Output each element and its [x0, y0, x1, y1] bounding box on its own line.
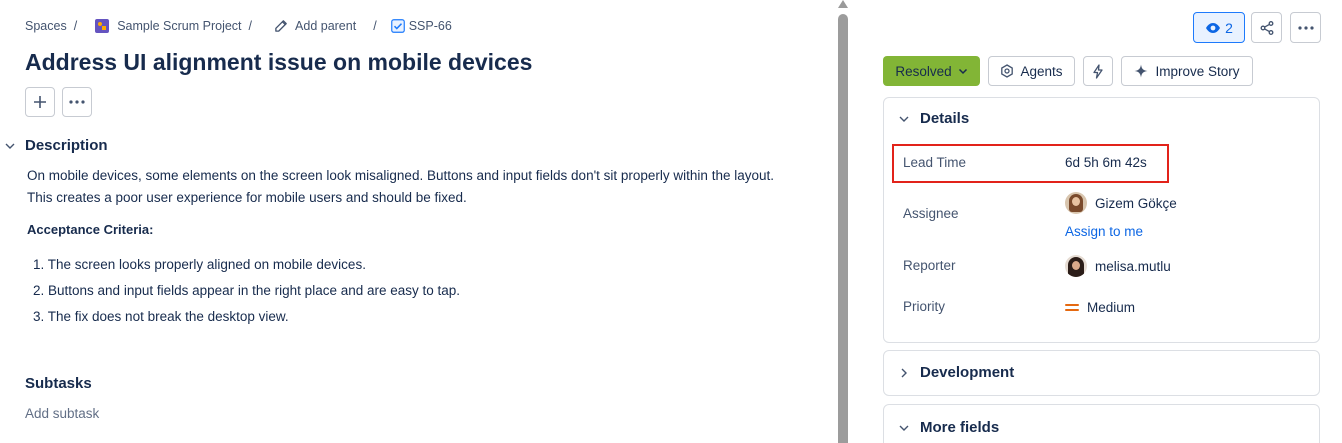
- list-item: 1. The screen looks properly aligned on …: [33, 257, 366, 272]
- chevron-down-icon: [958, 68, 967, 75]
- lead-time-label: Lead Time: [903, 155, 967, 170]
- details-heading: Details: [920, 110, 970, 127]
- description-body[interactable]: On mobile devices, some elements on the …: [27, 165, 817, 209]
- issue-more-button[interactable]: [1290, 12, 1321, 43]
- watch-count: 2: [1225, 19, 1233, 36]
- assignee-label: Assignee: [903, 206, 959, 221]
- breadcrumb-separator: /: [373, 18, 377, 33]
- share-icon: [1260, 20, 1273, 35]
- lightning-bolt-icon: [1093, 63, 1103, 79]
- more-fields-panel: More fields: [883, 404, 1320, 443]
- chevron-down-icon: [899, 116, 909, 122]
- assignee-name: Gizem Gökçe: [1095, 195, 1177, 211]
- scrollbar-thumb[interactable]: [838, 14, 848, 443]
- plus-icon: [34, 96, 46, 108]
- more-fields-header[interactable]: More fields: [898, 419, 999, 436]
- priority-medium-icon: [1065, 304, 1079, 311]
- more-actions-button[interactable]: [62, 87, 92, 117]
- acceptance-criteria-title: Acceptance Criteria:: [27, 222, 154, 237]
- agents-label: Agents: [1020, 63, 1063, 79]
- breadcrumb: Spaces / Sample Scrum Project / Add pare…: [25, 18, 452, 33]
- watch-button[interactable]: 2: [1193, 12, 1245, 43]
- reporter-field[interactable]: melisa.mutlu: [1065, 255, 1171, 277]
- more-horizontal-icon: [1297, 25, 1314, 30]
- vertical-scrollbar[interactable]: [838, 0, 848, 443]
- list-item: 3. The fix does not break the desktop vi…: [33, 309, 289, 324]
- issue-main-pane: Spaces / Sample Scrum Project / Add pare…: [0, 0, 836, 443]
- breadcrumb-spaces[interactable]: Spaces: [25, 19, 67, 33]
- edit-icon: [274, 18, 289, 33]
- status-label: Resolved: [895, 63, 952, 79]
- project-icon: [95, 18, 110, 33]
- priority-label: Priority: [903, 299, 946, 314]
- details-panel: Details Lead Time 6d 5h 6m 42s Assignee …: [883, 97, 1320, 343]
- more-horizontal-icon: [69, 100, 85, 104]
- subtasks-heading: Subtasks: [25, 375, 92, 392]
- eye-icon: [1206, 22, 1221, 33]
- assign-to-me-link[interactable]: Assign to me: [1065, 224, 1143, 239]
- share-button[interactable]: [1251, 12, 1282, 43]
- reporter-label: Reporter: [903, 258, 956, 273]
- add-subtask-button[interactable]: Add subtask: [25, 406, 99, 421]
- more-fields-heading: More fields: [920, 419, 1000, 436]
- breadcrumb-issue-key[interactable]: SSP-66: [409, 19, 452, 33]
- assignee-field[interactable]: Gizem Gökçe: [1065, 192, 1177, 214]
- development-heading: Development: [920, 364, 1015, 381]
- development-panel: Development: [883, 350, 1320, 396]
- priority-field[interactable]: Medium: [1065, 300, 1135, 315]
- avatar: [1065, 192, 1087, 214]
- lead-time-value: 6d 5h 6m 42s: [1065, 155, 1147, 170]
- scroll-up-arrow-icon[interactable]: [838, 0, 848, 8]
- chevron-down-icon: [899, 425, 909, 431]
- description-line: On mobile devices, some elements on the …: [27, 168, 774, 183]
- priority-value: Medium: [1087, 300, 1136, 315]
- agent-hexagon-icon: [1001, 64, 1014, 78]
- sparkle-icon: [1134, 64, 1148, 78]
- add-content-button[interactable]: [25, 87, 55, 117]
- details-header[interactable]: Details: [898, 110, 969, 127]
- reporter-name: melisa.mutlu: [1095, 258, 1171, 274]
- development-header[interactable]: Development: [898, 364, 1014, 381]
- automation-button[interactable]: [1083, 56, 1113, 86]
- breadcrumb-separator: /: [73, 18, 78, 33]
- collapse-chevron-icon[interactable]: [4, 140, 16, 152]
- acceptance-criteria-list: 1. The screen looks properly aligned on …: [33, 255, 460, 333]
- issue-title[interactable]: Address UI alignment issue on mobile dev…: [25, 49, 532, 76]
- status-dropdown-button[interactable]: Resolved: [883, 56, 980, 86]
- description-line: This creates a poor user experience for …: [27, 190, 467, 205]
- agents-button[interactable]: Agents: [988, 56, 1075, 86]
- lead-time-text: 6d 5h 6m 42s: [1065, 155, 1147, 170]
- improve-story-label: Improve Story: [1155, 63, 1240, 79]
- story-checkbox-icon: [390, 18, 405, 33]
- list-item: 2. Buttons and input fields appear in th…: [33, 283, 461, 298]
- breadcrumb-separator: /: [248, 18, 253, 33]
- description-heading: Description: [25, 137, 108, 154]
- add-parent-button[interactable]: Add parent: [295, 19, 356, 33]
- chevron-right-icon: [901, 368, 907, 377]
- avatar: [1065, 255, 1087, 277]
- improve-story-button[interactable]: Improve Story: [1121, 56, 1253, 86]
- breadcrumb-project[interactable]: Sample Scrum Project: [117, 19, 241, 33]
